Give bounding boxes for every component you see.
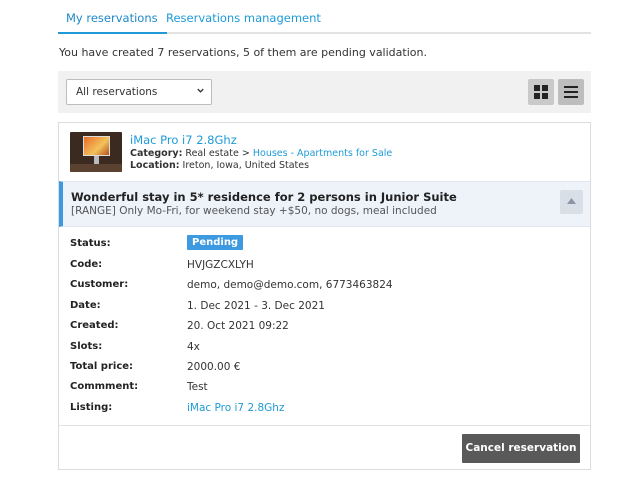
detail-slots: Slots: 4x: [70, 341, 200, 353]
caret-up-icon: [567, 198, 576, 204]
reservations-summary: You have created 7 reservations, 5 of th…: [59, 46, 427, 59]
listing-link[interactable]: iMac Pro i7 2.8Ghz: [187, 402, 284, 414]
list-view-icon: [564, 86, 578, 98]
listing-location: Location: Ireton, Iowa, United States: [130, 160, 310, 171]
status-badge: Pending: [187, 235, 244, 250]
reservation-filter-select[interactable]: All reservations: [66, 79, 212, 105]
grid-view-button[interactable]: [528, 79, 554, 105]
detail-customer: Customer: demo, demo@demo.com, 677346382…: [70, 279, 393, 291]
filter-toolbar: All reservations: [58, 71, 591, 113]
chevron-down-icon: [197, 88, 204, 93]
listing-thumbnail[interactable]: [70, 132, 122, 172]
detail-status: Status: Pending: [70, 235, 570, 254]
offer-description: [RANGE] Only Mo-Fri, for weekend stay +$…: [71, 205, 437, 217]
list-view-button[interactable]: [558, 79, 584, 105]
reservation-card: iMac Pro i7 2.8Ghz Category: Real estate…: [58, 122, 591, 470]
reservation-filter-value: All reservations: [76, 86, 158, 98]
card-divider: [59, 425, 590, 426]
tab-bar: My reservations Reservations management: [58, 0, 591, 34]
offer-panel: Wonderful stay in 5* residence for 2 per…: [59, 181, 590, 227]
detail-comment: Commment: Test: [70, 381, 208, 393]
tab-my-reservations[interactable]: My reservations: [58, 11, 167, 34]
detail-total-price: Total price: 2000.00 €: [70, 361, 241, 373]
tab-reservations-management[interactable]: Reservations management: [166, 11, 321, 25]
cancel-reservation-button[interactable]: Cancel reservation: [462, 434, 580, 463]
listing-header: iMac Pro i7 2.8Ghz Category: Real estate…: [59, 123, 590, 181]
detail-date: Date: 1. Dec 2021 - 3. Dec 2021: [70, 300, 325, 312]
listing-category: Category: Real estate > Houses - Apartme…: [130, 148, 393, 159]
grid-view-icon: [534, 85, 548, 99]
detail-created: Created: 20. Oct 2021 09:22: [70, 320, 289, 332]
detail-listing: Listing: iMac Pro i7 2.8Ghz: [70, 402, 285, 414]
offer-title: Wonderful stay in 5* residence for 2 per…: [71, 190, 457, 204]
category-link[interactable]: Houses - Apartments for Sale: [253, 148, 392, 159]
listing-title-link[interactable]: iMac Pro i7 2.8Ghz: [130, 133, 237, 147]
detail-code: Code: HVJGZCXLYH: [70, 259, 254, 271]
collapse-offer-button[interactable]: [560, 190, 583, 214]
